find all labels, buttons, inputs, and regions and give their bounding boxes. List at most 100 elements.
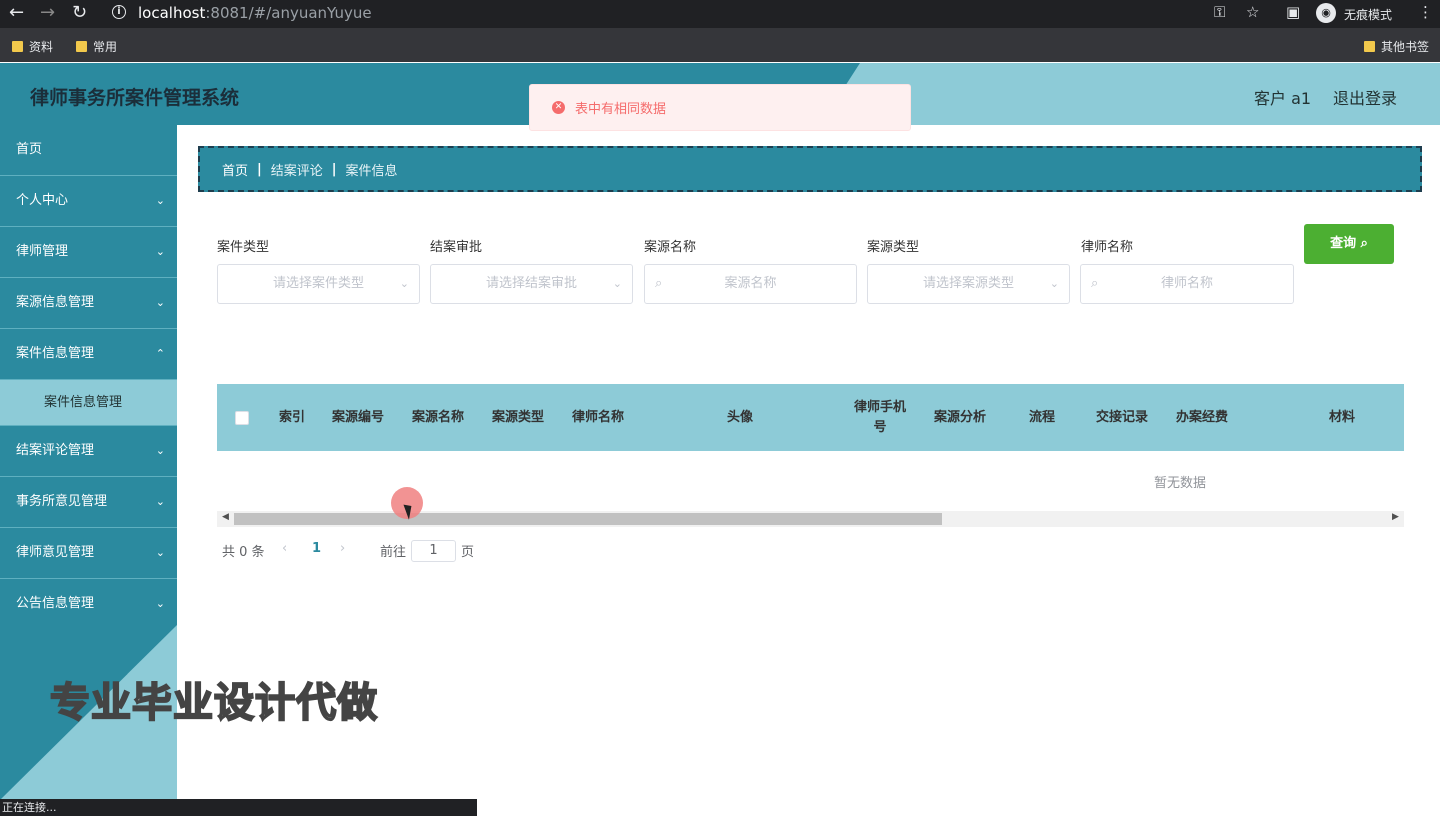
- browser-toolbar: ← → ↻ i localhost:8081/#/anyuanYuyue ⚿ ☆…: [0, 0, 1440, 28]
- menu-kebab-icon[interactable]: ⋮: [1418, 3, 1433, 21]
- case-type-select[interactable]: 请选择案件类型 ⌄: [217, 264, 420, 304]
- search-icon: ⌕: [1360, 236, 1368, 251]
- sidebar-item-firm-opinion[interactable]: 事务所意见管理 ⌄: [0, 477, 177, 528]
- chevron-down-icon: ⌄: [155, 546, 165, 559]
- sidebar-item-label: 首页: [16, 142, 43, 157]
- folder-icon: [76, 41, 87, 52]
- column-header: 索引: [278, 409, 305, 425]
- sidebar-subitem-case-info[interactable]: 案件信息管理: [0, 380, 177, 426]
- watermark-text: 专业毕业设计代做: [49, 679, 378, 727]
- table-header: 索引 案源编号 案源名称 案源类型 律师名称 头像 律师手机号 案源分析 流程 …: [217, 384, 1404, 451]
- status-bar: 正在连接...: [0, 799, 477, 816]
- select-placeholder: 请选择案源类型: [922, 276, 1014, 291]
- back-arrow-icon[interactable]: ←: [9, 2, 24, 23]
- empty-text: 暂无数据: [1154, 476, 1207, 491]
- filter-label-approval: 结案审批: [430, 240, 483, 255]
- reload-icon[interactable]: ↻: [72, 2, 87, 23]
- select-placeholder: 请选择案件类型: [272, 276, 364, 291]
- sidebar-item-label: 结案评论管理: [16, 443, 95, 458]
- column-header: 交接记录: [1095, 409, 1148, 425]
- sidebar-item-profile[interactable]: 个人中心 ⌄: [0, 176, 177, 227]
- chevron-up-icon: ⌃: [155, 347, 165, 360]
- goto-page-input[interactable]: 1: [411, 540, 456, 562]
- sidebar-item-label: 案件信息管理: [16, 346, 95, 361]
- column-header: 案源分析: [933, 409, 986, 425]
- filter-label-source-type: 案源类型: [867, 240, 920, 255]
- logout-link[interactable]: 退出登录: [1333, 85, 1397, 109]
- lawyer-name-input[interactable]: ⌕ 律师名称: [1080, 264, 1294, 304]
- error-icon: ✕: [552, 101, 565, 114]
- sidebar-item-case-review[interactable]: 结案评论管理 ⌄: [0, 426, 177, 477]
- sidebar-item-case-info[interactable]: 案件信息管理 ⌃: [0, 329, 177, 380]
- bookmark-label: 资料: [29, 40, 54, 54]
- sidepanel-icon[interactable]: ▣: [1286, 3, 1300, 21]
- chevron-down-icon: ⌄: [155, 495, 165, 508]
- other-bookmarks[interactable]: 其他书签: [1364, 38, 1429, 55]
- query-button[interactable]: 查询 ⌕: [1304, 224, 1394, 264]
- chevron-down-icon: ⌄: [612, 277, 622, 290]
- page-suffix: 页: [461, 545, 475, 560]
- sidebar-item-label: 公告信息管理: [16, 596, 95, 611]
- url-host: localhost: [138, 4, 206, 22]
- filter-label-case-type: 案件类型: [217, 240, 270, 255]
- address-bar[interactable]: localhost:8081/#/anyuanYuyue: [104, 1, 1204, 25]
- app-title: 律师事务所案件管理系统: [30, 87, 240, 109]
- select-placeholder: 请选择结案审批: [485, 276, 577, 291]
- sidebar-item-lawyers[interactable]: 律师管理 ⌄: [0, 227, 177, 278]
- column-header: 律师手机号: [853, 399, 906, 435]
- incognito-label: 无痕模式: [1344, 8, 1393, 22]
- chevron-down-icon: ⌄: [155, 597, 165, 610]
- input-placeholder: 案源名称: [724, 276, 777, 291]
- chevron-down-icon: ⌄: [1049, 277, 1059, 290]
- forward-arrow-icon[interactable]: →: [40, 2, 55, 23]
- bookmark-label: 常用: [93, 40, 118, 54]
- breadcrumb-separator: |: [331, 161, 337, 177]
- sidebar-item-case-source[interactable]: 案源信息管理 ⌄: [0, 278, 177, 329]
- goto-label: 前往: [380, 545, 407, 560]
- error-toast: ✕ 表中有相同数据: [529, 84, 911, 131]
- chevron-down-icon: ⌄: [155, 245, 165, 258]
- column-header: 流程: [1028, 409, 1055, 425]
- select-all-checkbox[interactable]: [235, 411, 249, 425]
- source-type-select[interactable]: 请选择案源类型 ⌄: [867, 264, 1070, 304]
- query-button-label: 查询: [1330, 236, 1357, 251]
- breadcrumb-home[interactable]: 首页: [222, 160, 248, 179]
- bookmarks-bar: 资料 常用 其他书签: [0, 28, 1440, 62]
- sidebar-item-notice[interactable]: 公告信息管理 ⌄: [0, 579, 177, 630]
- sidebar-item-lawyer-opinion[interactable]: 律师意见管理 ⌄: [0, 528, 177, 579]
- approval-select[interactable]: 请选择结案审批 ⌄: [430, 264, 633, 304]
- column-header: 案源名称: [411, 409, 464, 425]
- column-header: 头像: [726, 409, 753, 425]
- scrollbar-thumb[interactable]: [234, 513, 942, 525]
- key-icon[interactable]: ⚿: [1214, 3, 1225, 21]
- breadcrumb-separator: |: [257, 161, 262, 177]
- user-name: 客户 a1: [1254, 89, 1312, 108]
- bookmark-folder[interactable]: 常用: [76, 38, 117, 55]
- source-name-input[interactable]: ⌕ 案源名称: [644, 264, 857, 304]
- breadcrumb-current: 案件信息: [345, 163, 398, 179]
- prev-page-icon[interactable]: ‹: [282, 541, 287, 556]
- scroll-right-icon[interactable]: ▶: [1392, 512, 1399, 522]
- sidebar-item-home[interactable]: 首页: [0, 125, 177, 176]
- sidebar-item-label: 事务所意见管理: [16, 494, 108, 509]
- chevron-down-icon: ⌄: [155, 194, 165, 207]
- column-header: 材料: [1328, 409, 1355, 425]
- scroll-left-icon[interactable]: ◀: [222, 512, 229, 522]
- sidebar-item-label: 案源信息管理: [16, 295, 95, 310]
- column-header: 办案经费: [1175, 409, 1228, 425]
- filter-label-lawyer-name: 律师名称: [1081, 240, 1134, 255]
- column-header: 案源编号: [331, 409, 384, 425]
- page-number[interactable]: 1: [312, 541, 321, 556]
- sidebar-item-label: 律师管理: [16, 244, 69, 259]
- toast-message: 表中有相同数据: [575, 102, 667, 117]
- breadcrumb-item[interactable]: 结案评论: [271, 160, 323, 179]
- incognito-icon: ◉: [1316, 3, 1336, 23]
- chevron-down-icon: ⌄: [155, 444, 165, 457]
- column-header: 律师名称: [571, 409, 624, 425]
- url-path: :8081/#/anyuanYuyue: [205, 4, 372, 22]
- input-placeholder: 律师名称: [1160, 276, 1213, 291]
- next-page-icon[interactable]: ›: [340, 541, 345, 556]
- bookmark-folder[interactable]: 资料: [12, 38, 53, 55]
- bookmark-label: 其他书签: [1381, 40, 1430, 54]
- star-icon[interactable]: ☆: [1246, 3, 1259, 21]
